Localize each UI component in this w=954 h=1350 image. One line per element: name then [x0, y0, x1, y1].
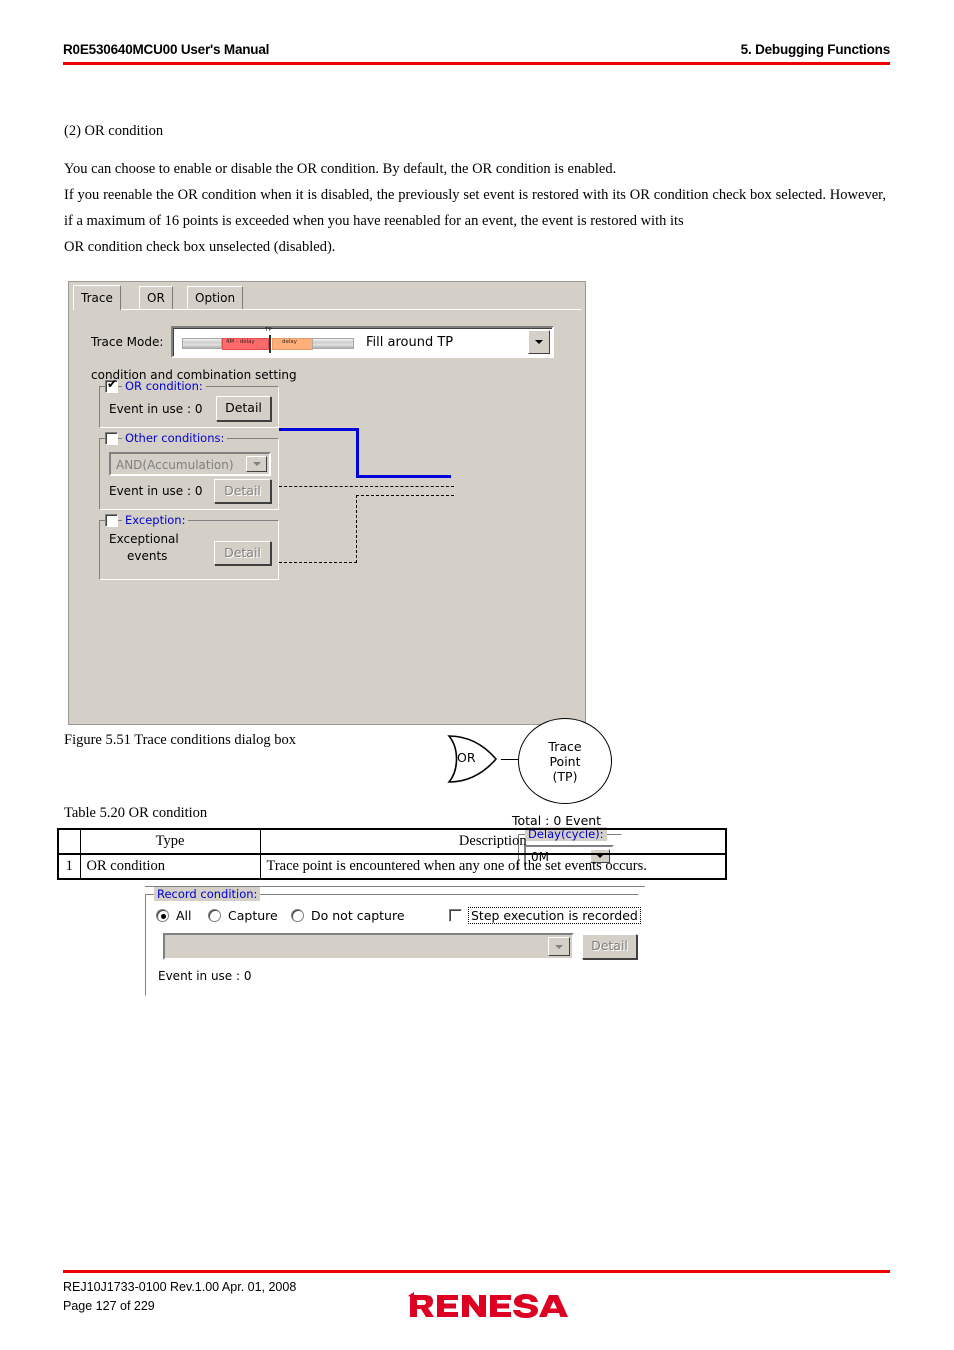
- exception-text-line2: events: [127, 549, 168, 563]
- footer-doc-id: REJ10J1733-0100 Rev.1.00 Apr. 01, 2008: [63, 1280, 297, 1294]
- dialog-tabstrip: Trace OR Option: [73, 285, 581, 310]
- radio-do-not-capture-label: Do not capture: [311, 908, 405, 923]
- trace-point-node: Trace Point (TP): [518, 718, 612, 804]
- table-header-row: Type Description: [57, 828, 727, 855]
- other-conditions-combo[interactable]: AND(Accumulation): [109, 452, 271, 476]
- wire-or-blue-v: [356, 428, 359, 478]
- or-condition-table: Type Description 1 OR condition Trace po…: [57, 828, 727, 880]
- total-events-label: Total : 0 Event: [512, 813, 602, 828]
- table-cell-description: Trace point is encountered when any one …: [259, 853, 727, 880]
- table-header-type: Type: [79, 828, 261, 855]
- trace-point-line2: Point: [549, 753, 581, 769]
- footer-rule: [63, 1270, 890, 1273]
- radio-capture-label: Capture: [228, 908, 278, 923]
- trace-mode-label: Trace Mode:: [91, 335, 164, 349]
- radio-all[interactable]: [156, 909, 169, 922]
- trace-mode-graphic: TP 4M - delay delay: [182, 327, 354, 353]
- record-condition-combo[interactable]: [163, 933, 574, 960]
- trace-point-line3: (TP): [552, 768, 578, 784]
- page-header: R0E530640MCU00 User's Manual 5. Debuggin…: [63, 42, 890, 68]
- wire-exception-dashed-h2: [356, 495, 454, 496]
- segment-label-delay: delay: [282, 339, 298, 345]
- other-conditions-detail-button[interactable]: Detail: [214, 479, 271, 503]
- other-conditions-combo-value: AND(Accumulation): [116, 458, 234, 472]
- wire-other-dashed: [279, 486, 454, 487]
- step-execution-checkbox[interactable]: [449, 909, 462, 922]
- trace-tab-panel: Trace Mode: TP 4M - delay delay Fill aro…: [73, 310, 581, 720]
- record-condition-event-in-use: Event in use : 0: [158, 969, 252, 983]
- other-conditions-event-in-use: Event in use : 0: [109, 484, 203, 498]
- exception-text-line1: Exceptional: [109, 532, 179, 546]
- trace-buffer-bar-right: [312, 338, 354, 349]
- wire-exception-dashed-h1: [279, 562, 357, 563]
- footer-text: REJ10J1733-0100 Rev.1.00 Apr. 01, 2008 P…: [63, 1278, 296, 1316]
- wire-gate-to-tracepoint: [501, 759, 519, 760]
- exception-detail-button[interactable]: Detail: [214, 541, 271, 565]
- footer-page-number: Page 127 of 229: [63, 1299, 155, 1313]
- trace-point-tick-label: TP: [265, 327, 272, 333]
- step-execution-label[interactable]: Step execution is recorded: [468, 907, 641, 924]
- other-conditions-title: Other conditions:: [122, 431, 228, 445]
- trace-point-line1: Trace: [548, 738, 582, 754]
- trace-buffer-bar-left: [182, 338, 222, 349]
- trace-point-tick: [269, 335, 271, 353]
- record-condition-title: Record condition:: [154, 887, 261, 901]
- exception-checkbox[interactable]: [105, 514, 118, 527]
- or-condition-event-in-use: Event in use : 0: [109, 402, 203, 416]
- radio-do-not-capture[interactable]: [291, 909, 304, 922]
- table-cell-type: OR condition: [79, 853, 261, 880]
- renesas-logo: [408, 1292, 568, 1320]
- or-condition-detail-button[interactable]: Detail: [216, 396, 271, 421]
- chevron-down-icon[interactable]: [528, 330, 550, 354]
- other-conditions-group: Other conditions: AND(Accumulation) Even…: [99, 431, 279, 510]
- other-conditions-checkbox[interactable]: [105, 432, 118, 445]
- trace-mode-combo[interactable]: TP 4M - delay delay Fill around TP: [171, 326, 554, 358]
- header-manual-title: R0E530640MCU00 User's Manual: [63, 42, 270, 57]
- table-cell-num: 1: [57, 853, 81, 880]
- tab-or[interactable]: OR: [139, 286, 173, 309]
- or-condition-title: OR condition:: [122, 379, 206, 393]
- header-rule: [63, 62, 890, 65]
- table-caption: Table 5.20 OR condition: [64, 805, 208, 821]
- tab-trace[interactable]: Trace: [73, 285, 121, 310]
- wire-or-blue-h2: [356, 475, 451, 478]
- exception-title: Exception:: [122, 513, 189, 527]
- record-condition-detail-button[interactable]: Detail: [582, 934, 637, 959]
- header-section-title: 5. Debugging Functions: [740, 42, 891, 57]
- paragraph-2b: OR condition check box unselected (disab…: [64, 239, 336, 255]
- table-row: 1 OR condition Trace point is encountere…: [57, 853, 727, 880]
- radio-all-label: All: [176, 908, 192, 923]
- or-condition-group: OR condition: Event in use : 0 Detail: [99, 378, 279, 428]
- wire-exception-dashed-v: [356, 495, 357, 563]
- trace-mode-value: Fill around TP: [366, 335, 454, 350]
- exception-group: Exception: Exceptional events Detail: [99, 513, 279, 580]
- or-gate-label: OR: [457, 750, 476, 765]
- section-heading: (2) OR condition: [64, 123, 164, 139]
- segment-label-pre-delay: 4M - delay: [226, 339, 255, 345]
- paragraph-2a: If you reenable the OR condition when it…: [64, 187, 886, 229]
- or-condition-checkbox[interactable]: [105, 378, 118, 393]
- table-header-num: [57, 828, 81, 855]
- figure-caption: Figure 5.51 Trace conditions dialog box: [64, 732, 296, 748]
- wire-or-blue-h1: [279, 428, 359, 431]
- radio-capture[interactable]: [208, 909, 221, 922]
- body-text-block: (2) OR condition You can choose to enabl…: [64, 118, 886, 260]
- paragraph-1: You can choose to enable or disable the …: [64, 161, 617, 177]
- table-header-description: Description: [259, 828, 727, 855]
- chevron-down-icon[interactable]: [246, 456, 267, 472]
- tab-option[interactable]: Option: [187, 286, 244, 309]
- trace-conditions-dialog: Trace OR Option Trace Mode: TP 4M - dela…: [68, 281, 645, 996]
- chevron-down-icon[interactable]: [548, 937, 570, 956]
